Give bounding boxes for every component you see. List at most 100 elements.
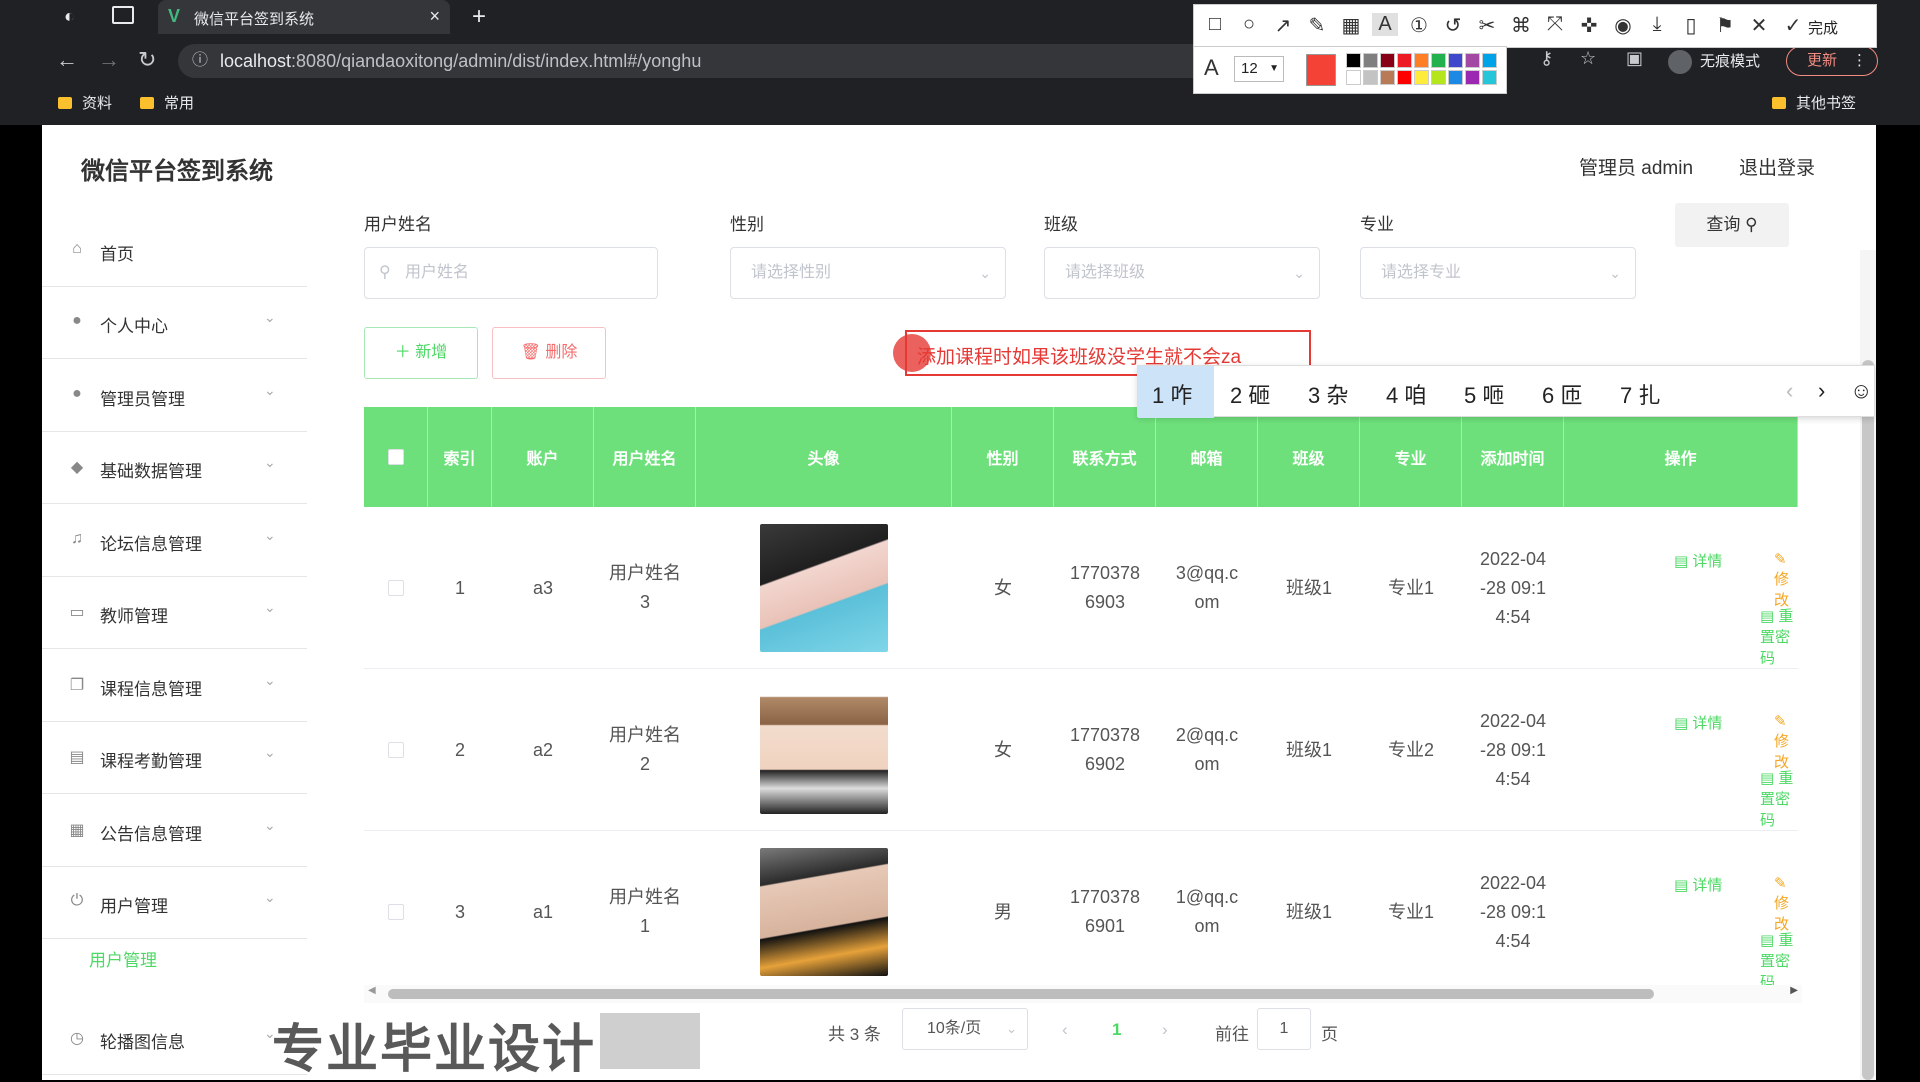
pin-tool-icon[interactable]: ✜: [1576, 13, 1602, 38]
add-button[interactable]: ＋ 新增: [364, 327, 478, 379]
column-header[interactable]: 班级: [1258, 407, 1360, 507]
done-label[interactable]: 完成: [1808, 17, 1838, 38]
sidebar-item[interactable]: ▦ 公告信息管理 ⌄: [42, 795, 307, 867]
major-select[interactable]: 请选择专业 ⌄: [1360, 247, 1636, 299]
scroll-left-icon[interactable]: ◀: [368, 985, 376, 996]
mosaic-tool-icon[interactable]: ▦: [1338, 13, 1364, 38]
color-swatch[interactable]: [1465, 53, 1480, 68]
address-bar[interactable]: ⓘ localhost:8080/qiandaoxitong/admin/dis…: [178, 44, 1288, 78]
sidebar-item[interactable]: ▤ 课程考勤管理 ⌄: [42, 722, 307, 794]
color-swatch[interactable]: [1465, 70, 1480, 85]
name-search-input[interactable]: ⚲ 用户姓名: [364, 247, 658, 299]
font-size-select[interactable]: 12 ▼: [1234, 56, 1284, 82]
goto-page-input[interactable]: 1: [1257, 1008, 1311, 1050]
number-tool-icon[interactable]: ①: [1406, 13, 1432, 38]
key-icon[interactable]: ⚷: [1540, 48, 1553, 69]
detail-button[interactable]: ▤ 详情: [1674, 874, 1722, 895]
bookmark-folder[interactable]: 资料: [58, 92, 112, 113]
tab-overview-icon[interactable]: [112, 6, 134, 24]
sidebar-item[interactable]: ⏻ 用户管理 ⌄: [42, 867, 307, 939]
sidebar-item[interactable]: ● 个人中心 ⌄: [42, 287, 307, 359]
pen-tool-icon[interactable]: ✎: [1304, 13, 1330, 38]
confirm-icon[interactable]: ✓: [1780, 13, 1806, 38]
color-swatch[interactable]: [1431, 53, 1446, 68]
browser-logo-icon[interactable]: ◐: [64, 6, 75, 27]
color-swatch[interactable]: [1414, 53, 1429, 68]
color-swatch[interactable]: [1346, 70, 1361, 85]
page-number[interactable]: 1: [1112, 1020, 1121, 1040]
column-header[interactable]: 邮箱: [1156, 407, 1258, 507]
rect-tool-icon[interactable]: □: [1202, 13, 1228, 36]
color-swatch[interactable]: [1414, 70, 1429, 85]
sidebar-item[interactable]: ◆ 基础数据管理 ⌄: [42, 432, 307, 504]
text-tool-icon[interactable]: A: [1372, 13, 1398, 36]
undo-icon[interactable]: ↺: [1440, 13, 1466, 38]
submenu-item-user-management[interactable]: 用户管理: [89, 946, 157, 971]
column-header[interactable]: 专业: [1360, 407, 1462, 507]
star-icon[interactable]: ☆: [1580, 48, 1596, 69]
color-swatch[interactable]: [1397, 70, 1412, 85]
color-swatch[interactable]: [1397, 53, 1412, 68]
edit-button[interactable]: ✎ 修改: [1774, 874, 1798, 934]
row-checkbox[interactable]: [388, 580, 404, 596]
color-swatch[interactable]: [1482, 70, 1497, 85]
prev-page-icon[interactable]: ‹: [1062, 1020, 1068, 1040]
column-header[interactable]: 联系方式: [1054, 407, 1156, 507]
crop-icon[interactable]: ✂: [1474, 13, 1500, 38]
arrow-tool-icon[interactable]: ↗: [1270, 13, 1296, 38]
page-size-select[interactable]: 10条/页 ⌄: [902, 1008, 1028, 1050]
next-page-icon[interactable]: ›: [1162, 1020, 1168, 1040]
scan-icon[interactable]: ⤧: [1542, 13, 1568, 36]
ime-prev-icon[interactable]: ‹: [1786, 378, 1793, 404]
reset-password-button[interactable]: ▤ 重置密码: [1760, 605, 1798, 668]
sidepanel-icon[interactable]: ▣: [1626, 48, 1643, 69]
detail-button[interactable]: ▤ 详情: [1674, 550, 1722, 571]
color-swatch[interactable]: [1363, 53, 1378, 68]
vertical-scroll-thumb[interactable]: [1862, 360, 1874, 1080]
forward-icon[interactable]: →: [98, 47, 120, 73]
ime-candidate[interactable]: 3 杂: [1308, 378, 1348, 410]
horizontal-scrollbar[interactable]: ◀ ▶: [364, 985, 1802, 1003]
column-header[interactable]: 操作: [1564, 407, 1798, 507]
incognito-indicator[interactable]: 无痕模式: [1668, 50, 1760, 75]
ime-candidate[interactable]: 5 咂: [1464, 378, 1504, 410]
delete-button[interactable]: 🗑 删除: [492, 327, 606, 379]
reload-icon[interactable]: ↻: [138, 47, 156, 73]
color-swatch[interactable]: [1482, 53, 1497, 68]
browser-tab-active[interactable]: V 微信平台签到系统 ×: [158, 0, 450, 34]
detail-button[interactable]: ▤ 详情: [1674, 712, 1722, 733]
reset-password-button[interactable]: ▤ 重置密码: [1760, 929, 1798, 992]
save-icon[interactable]: ▯: [1678, 13, 1704, 38]
site-info-icon[interactable]: ⓘ: [192, 44, 208, 78]
reset-password-button[interactable]: ▤ 重置密码: [1760, 767, 1798, 830]
query-button[interactable]: 查询 ⚲: [1675, 203, 1789, 247]
download-icon[interactable]: ⤓: [1644, 13, 1670, 36]
ime-candidate[interactable]: 7 扎: [1620, 378, 1660, 410]
color-swatch[interactable]: [1346, 53, 1361, 68]
ime-candidate[interactable]: 2 砸: [1230, 378, 1270, 410]
scroll-thumb[interactable]: [388, 989, 1654, 999]
scroll-right-icon[interactable]: ▶: [1790, 985, 1798, 996]
column-header[interactable]: 索引: [428, 407, 492, 507]
color-swatch[interactable]: [1380, 70, 1395, 85]
color-swatch[interactable]: [1431, 70, 1446, 85]
bookmark-folder[interactable]: 常用: [140, 92, 194, 113]
color-swatch[interactable]: [1448, 70, 1463, 85]
column-header[interactable]: 用户姓名: [594, 407, 696, 507]
column-header[interactable]: 添加时间: [1462, 407, 1564, 507]
record-icon[interactable]: ◉: [1610, 13, 1636, 38]
edit-button[interactable]: ✎ 修改: [1774, 712, 1798, 772]
translate-icon[interactable]: ⌘: [1508, 13, 1534, 38]
sidebar-item[interactable]: ❐ 课程信息管理 ⌄: [42, 650, 307, 722]
class-select[interactable]: 请选择班级 ⌄: [1044, 247, 1320, 299]
bookmark-tool-icon[interactable]: ⚑: [1712, 13, 1738, 38]
sidebar-item[interactable]: ▭ 教师管理 ⌄: [42, 577, 307, 649]
emoji-icon[interactable]: ☺: [1850, 378, 1872, 404]
sidebar-item[interactable]: ♫ 论坛信息管理 ⌄: [42, 505, 307, 577]
new-tab-button[interactable]: +: [472, 3, 486, 31]
color-swatch[interactable]: [1380, 53, 1395, 68]
row-checkbox[interactable]: [388, 742, 404, 758]
column-header[interactable]: 性别: [952, 407, 1054, 507]
ime-next-icon[interactable]: ›: [1818, 378, 1825, 404]
column-header[interactable]: 账户: [492, 407, 594, 507]
